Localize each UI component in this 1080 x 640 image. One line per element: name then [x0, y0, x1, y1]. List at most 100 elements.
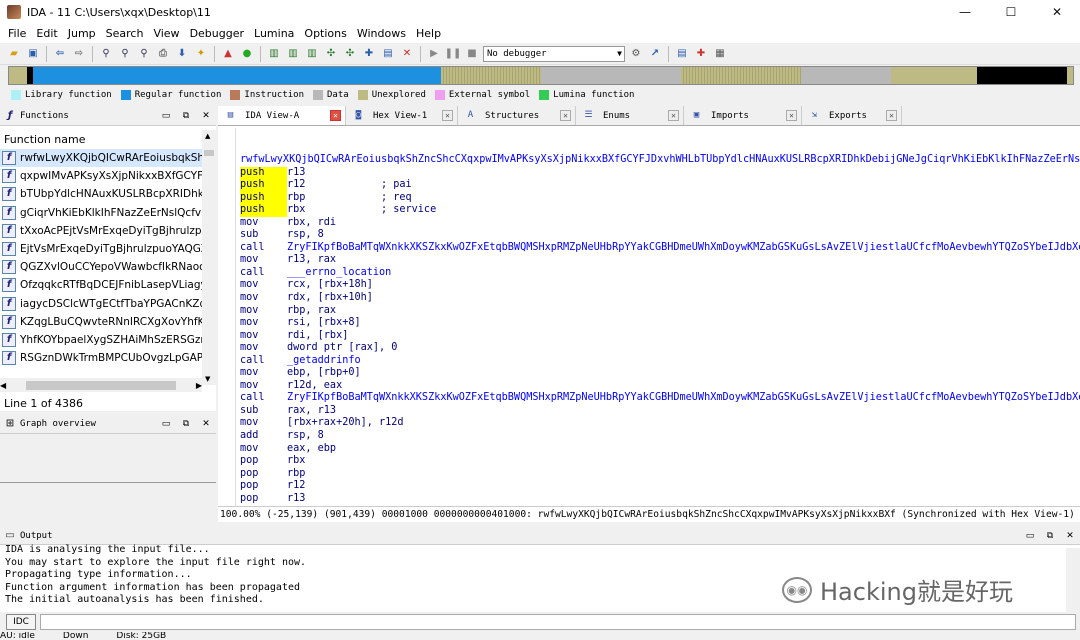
scroll-right-icon[interactable]: ▶ [196, 381, 202, 390]
tab-structures[interactable]: A Structures ✕ [458, 106, 576, 125]
menu-search[interactable]: Search [101, 27, 149, 40]
instruction-line[interactable]: mov rcx, [rbx+18h] [240, 279, 1080, 292]
list-view-icon[interactable]: ▤ [674, 46, 690, 62]
make-array-icon[interactable]: ✣ [323, 46, 339, 62]
forward-arrow-icon[interactable]: ⇨ [71, 46, 87, 62]
function-icon[interactable]: ✚ [361, 46, 377, 62]
instruction-line[interactable]: mov dword ptr [rax], 0 [240, 342, 1080, 355]
pane-close-button[interactable]: ✕ [1060, 531, 1080, 541]
function-list-item[interactable]: f iagycDSClcWTgECtfTbaYPGACnKZqgLBuC [0, 295, 202, 313]
instruction-line[interactable]: push rbx ; service [240, 204, 1080, 217]
tab-close-icon[interactable]: ✕ [786, 110, 797, 121]
menu-debugger[interactable]: Debugger [185, 27, 249, 40]
idc-command-input[interactable] [40, 614, 1076, 630]
download-arrow-icon[interactable]: ⬇ [174, 46, 190, 62]
make-data-icon[interactable]: ▥ [285, 46, 301, 62]
attach-icon[interactable]: ↗ [647, 46, 663, 62]
instruction-line[interactable]: mov r12d, eax [240, 380, 1080, 393]
function-list-item[interactable]: f bTUbpYdlcHNAuxKUSLRBcpXRIDhkDebijGN [0, 185, 202, 203]
function-list-item[interactable]: f KZqgLBuCQwvteRNnIRCXgXovYhfKOYbpa [0, 313, 202, 331]
instruction-line[interactable]: mov ebp, [rbp+0] [240, 367, 1080, 380]
lumina-icon[interactable]: ✦ [193, 46, 209, 62]
instruction-line[interactable]: pop rbp [240, 468, 1080, 481]
instruction-line[interactable]: push r12 ; pai [240, 179, 1080, 192]
scroll-down-icon[interactable]: ▼ [205, 375, 210, 383]
instruction-line[interactable]: sub rax, r13 [240, 405, 1080, 418]
structure-icon[interactable]: ▤ [380, 46, 396, 62]
pin-icon[interactable]: ✚ [693, 46, 709, 62]
stop-icon[interactable]: ■ [464, 46, 480, 62]
function-list-item[interactable]: f OfzqqkcRTfBqDCEJFnibLasepVLiagycDSCl [0, 276, 202, 294]
function-label[interactable]: rwfwLwyXKQjbQICwRArEoiusbqkShZncShcCXqxp… [240, 154, 1080, 167]
tab-close-icon[interactable]: ✕ [560, 110, 571, 121]
minimize-button[interactable]: — [942, 0, 988, 24]
navigation-band[interactable] [8, 66, 1074, 85]
pane-close-button[interactable]: ✕ [196, 419, 216, 429]
instruction-line[interactable]: mov rbx, rdi [240, 217, 1080, 230]
function-name-column-header[interactable]: Function name [0, 130, 216, 148]
pane-close-button[interactable]: ✕ [196, 111, 216, 121]
menu-file[interactable]: File [3, 27, 31, 40]
functions-horizontal-scrollbar[interactable]: ◀ ▶ [0, 378, 202, 392]
instruction-line[interactable]: mov eax, ebp [240, 443, 1080, 456]
menu-jump[interactable]: Jump [63, 27, 101, 40]
table-icon[interactable]: ▦ [712, 46, 728, 62]
delete-x-icon[interactable]: ✕ [399, 46, 415, 62]
tab-imports[interactable]: ▣ Imports ✕ [684, 106, 802, 125]
functions-vertical-scrollbar[interactable]: ▲ ▼ [202, 130, 216, 385]
menu-windows[interactable]: Windows [352, 27, 411, 40]
make-code-icon[interactable]: ▥ [266, 46, 282, 62]
pane-float-button[interactable]: ⧉ [1040, 531, 1060, 541]
tab-close-icon[interactable]: ✕ [668, 110, 679, 121]
play-icon[interactable]: ▶ [426, 46, 442, 62]
idc-language-button[interactable]: IDC [6, 614, 36, 630]
function-list-item[interactable]: fMPCUbOvgzLpGAPMAMuIDVmfwJyCbwGFGq [0, 367, 202, 369]
function-list-item[interactable]: f YhfKOYbpaelXygSZHAiMhSzERSGznDWkTr [0, 331, 202, 349]
tab-close-icon[interactable]: ✕ [886, 110, 897, 121]
back-arrow-icon[interactable]: ⇦ [52, 46, 68, 62]
instruction-line[interactable]: mov rsi, [rbx+8] [240, 317, 1080, 330]
print-icon[interactable]: ⎙ [155, 46, 171, 62]
tab-exports[interactable]: ⇲ Exports ✕ [802, 106, 902, 125]
search-binoculars-icon[interactable]: ⚲ [98, 46, 114, 62]
instruction-line[interactable]: pop r13 [240, 493, 1080, 506]
tab-enums[interactable]: ☰ Enums ✕ [576, 106, 684, 125]
menu-view[interactable]: View [148, 27, 184, 40]
menu-lumina[interactable]: Lumina [249, 27, 299, 40]
pane-minimize-button[interactable]: ▭ [1020, 531, 1040, 541]
menu-edit[interactable]: Edit [31, 27, 62, 40]
menu-help[interactable]: Help [411, 27, 446, 40]
instruction-line[interactable]: call ___errno_location [240, 267, 1080, 280]
close-button[interactable]: ✕ [1034, 0, 1080, 24]
search-text-icon[interactable]: ⚲ [117, 46, 133, 62]
instruction-line[interactable]: add rsp, 8 [240, 430, 1080, 443]
function-list-item[interactable]: f EjtVsMrExqeDyiTgBjhrulzpuoYAQGZXvlO [0, 240, 202, 258]
instruction-line[interactable]: mov [rbx+rax+20h], r12d [240, 417, 1080, 430]
instruction-line[interactable]: call ZryFIKpfBoBaMTqWXnkkXKSZkxKwOZFxEtqb… [240, 392, 1080, 405]
make-string-icon[interactable]: ▥ [304, 46, 320, 62]
instruction-line[interactable]: pop rbx [240, 455, 1080, 468]
pause-icon[interactable]: ❚❚ [445, 46, 462, 62]
instruction-line[interactable]: push rbp ; req [240, 191, 1080, 205]
debugger-options-icon[interactable]: ⚙ [628, 46, 644, 62]
instruction-line[interactable]: call ZryFIKpfBoBaMTqWXnkkXKSZkxKwOZFxEtqb… [240, 242, 1080, 255]
scrollbar-thumb[interactable] [204, 150, 214, 156]
green-circle-icon[interactable]: ● [239, 46, 255, 62]
tab-close-icon[interactable]: ✕ [442, 110, 453, 121]
instruction-line[interactable]: push r13 [240, 166, 1080, 180]
function-list-item[interactable]: f QGZXvlOuCCYepoVWawbcfIkRNaoolOfzqq [0, 258, 202, 276]
function-list-item[interactable]: f rwfwLwyXKQjbQICwRArEoiusbqkShZncShc [0, 149, 202, 168]
undefine-icon[interactable]: ✣ [342, 46, 358, 62]
function-list-item[interactable]: f qxpwIMvAPKsyXsXjpNikxxBXfGCYFJDxvhW [0, 167, 202, 185]
save-icon[interactable]: ▣ [25, 46, 41, 62]
instruction-line[interactable]: mov rdi, [rbx] [240, 330, 1080, 343]
scroll-left-icon[interactable]: ◀ [0, 381, 6, 390]
output-vertical-scrollbar[interactable] [1066, 548, 1080, 612]
function-list-item[interactable]: f tXxoAcPEjtVsMrExqeDyiTgBjhrulzpuoYAQ [0, 222, 202, 240]
search-immediate-icon[interactable]: ⚲ [136, 46, 152, 62]
menu-options[interactable]: Options [299, 27, 351, 40]
open-folder-icon[interactable]: ▰ [6, 46, 22, 62]
function-list-item[interactable]: f gCiqrVhKiEbKlkIhFNazZeErNslQcfvMoAe [0, 204, 202, 222]
pane-minimize-button[interactable]: ▭ [156, 419, 176, 429]
instruction-line[interactable]: pop r12 [240, 480, 1080, 493]
